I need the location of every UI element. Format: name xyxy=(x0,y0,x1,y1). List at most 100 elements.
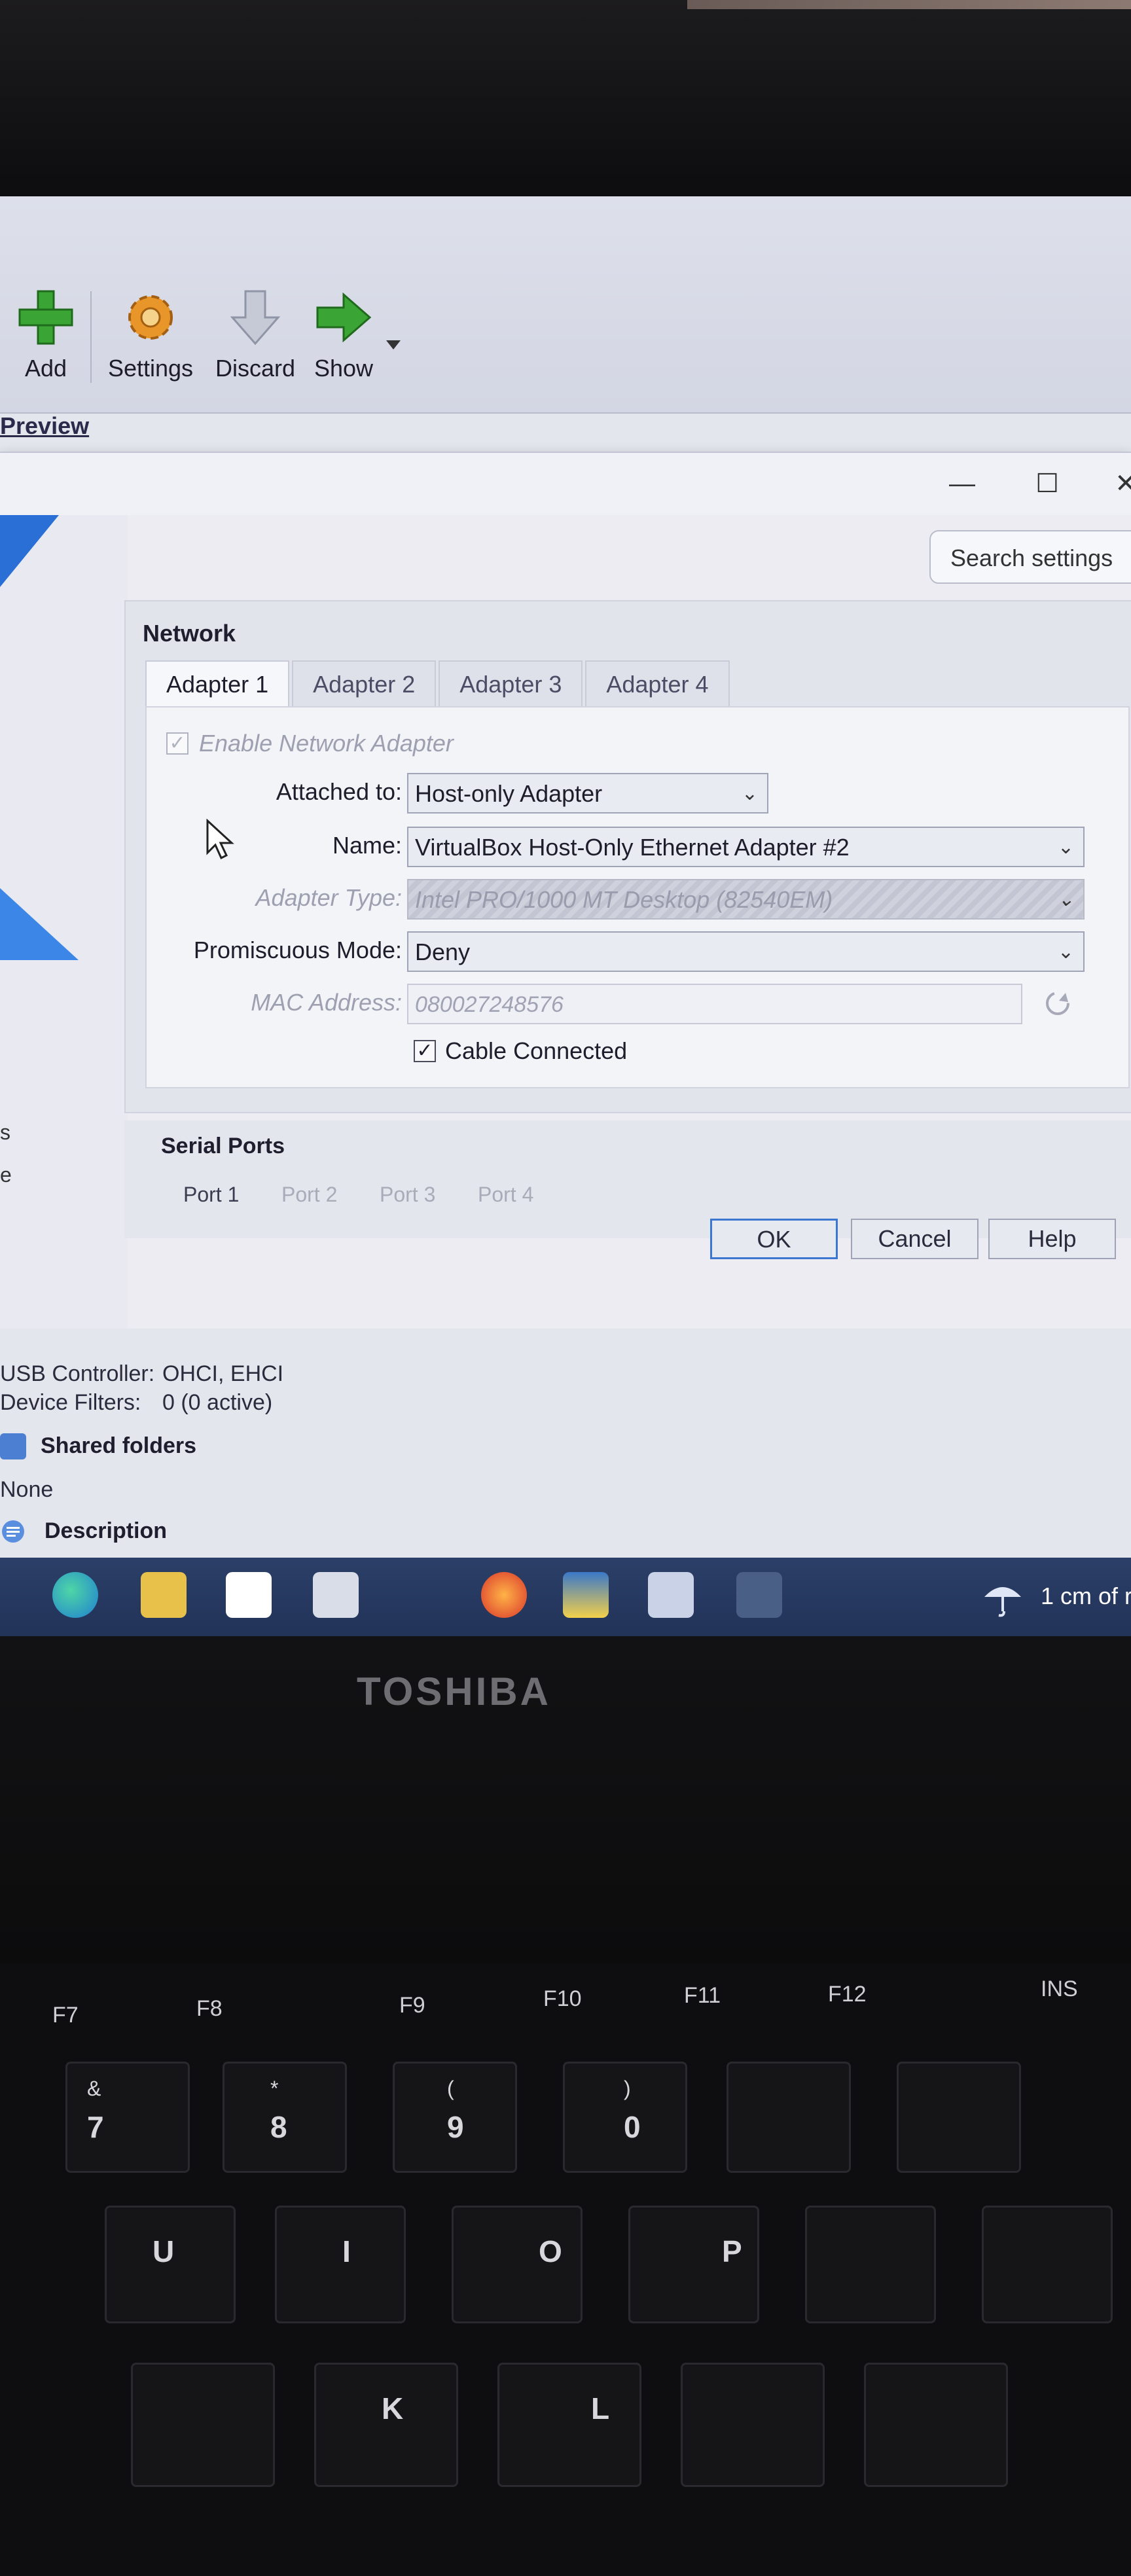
name-value: VirtualBox Host-Only Ethernet Adapter #2 xyxy=(415,834,850,861)
key-bracket-left xyxy=(805,2206,936,2323)
weather-text[interactable]: 1 cm of r xyxy=(1041,1583,1131,1610)
edge-icon[interactable] xyxy=(52,1572,98,1618)
minimize-button[interactable]: — xyxy=(923,453,1001,515)
show-button[interactable]: Show xyxy=(308,288,380,382)
toolbar-separator xyxy=(90,291,92,383)
close-button[interactable]: ✕ xyxy=(1086,453,1131,515)
refresh-mac-icon[interactable] xyxy=(1043,989,1072,1018)
tab-port-2[interactable]: Port 2 xyxy=(281,1183,337,1207)
chevron-down-icon: ⌄ xyxy=(741,783,758,804)
settings-category-list: s e xyxy=(0,515,128,1330)
adapter-type-label: Adapter Type: xyxy=(255,884,402,911)
enable-adapter-checkbox[interactable]: ✓ xyxy=(166,732,188,755)
description-icon xyxy=(2,1520,24,1543)
adapter-1-page: ✓ Enable Network Adapter Attached to: Ho… xyxy=(145,706,1130,1088)
key-f10: F10 xyxy=(543,1986,582,2011)
settings-label: Settings xyxy=(107,355,194,382)
discard-button[interactable]: Discard xyxy=(209,288,301,382)
file-explorer-icon[interactable] xyxy=(141,1572,187,1618)
category-fragment-2[interactable]: e xyxy=(0,1163,12,1187)
promiscuous-mode-select[interactable]: Deny ⌄ xyxy=(407,931,1085,972)
key-l: L xyxy=(497,2363,641,2487)
chevron-down-icon: ⌄ xyxy=(1057,836,1074,858)
key-i-main: I xyxy=(342,2234,351,2268)
tab-port-4[interactable]: Port 4 xyxy=(478,1183,533,1207)
help-button[interactable]: Help xyxy=(988,1219,1116,1259)
category-highlight-top xyxy=(0,515,59,587)
usb-controller-label: USB Controller: xyxy=(0,1361,155,1386)
tab-adapter-1[interactable]: Adapter 1 xyxy=(145,660,290,706)
windows-taskbar: 1 cm of r xyxy=(0,1558,1131,1636)
key-f12: F12 xyxy=(828,1982,867,2007)
firefox-icon[interactable] xyxy=(481,1572,527,1618)
serial-ports-panel: Serial Ports Port 1 Port 2 Port 3 Port 4 xyxy=(124,1120,1131,1238)
key-i: I xyxy=(275,2206,406,2323)
adapter-type-select[interactable]: Intel PRO/1000 MT Desktop (82540EM) ⌄ xyxy=(407,879,1085,920)
tab-adapter-2[interactable]: Adapter 2 xyxy=(292,660,437,706)
tab-adapter-3[interactable]: Adapter 3 xyxy=(439,660,583,706)
key-u: U xyxy=(105,2206,236,2323)
network-panel: Network Adapter 1 Adapter 2 Adapter 3 Ad… xyxy=(124,600,1131,1113)
cable-connected-checkbox[interactable]: ✓ xyxy=(414,1040,436,1062)
show-label: Show xyxy=(314,355,374,382)
tab-port-1[interactable]: Port 1 xyxy=(183,1183,239,1207)
virtualbox-toolbar: Add Settings Discard Show Preview xyxy=(0,196,1131,439)
vm-window-taskbar-icon[interactable] xyxy=(736,1572,782,1618)
ok-button[interactable]: OK xyxy=(710,1219,838,1259)
python-icon[interactable] xyxy=(563,1572,609,1618)
add-label: Add xyxy=(24,355,67,382)
name-select[interactable]: VirtualBox Host-Only Ethernet Adapter #2… xyxy=(407,827,1085,867)
key-7-shift: & xyxy=(87,2077,101,2100)
add-icon xyxy=(18,290,73,345)
description-heading[interactable]: Description xyxy=(45,1518,167,1544)
settings-button[interactable]: Settings xyxy=(105,288,196,382)
key-0-main: 0 xyxy=(624,2110,641,2144)
preview-label[interactable]: Preview xyxy=(0,412,89,440)
key-8-shift: * xyxy=(270,2077,279,2100)
brand-logo: TOSHIBA xyxy=(357,1670,551,1713)
attached-to-select[interactable]: Host-only Adapter ⌄ xyxy=(407,773,768,814)
vm-details-pane: USB Controller: OHCI, EHCI Device Filter… xyxy=(0,1329,1131,1561)
maximize-button[interactable]: ☐ xyxy=(1008,453,1086,515)
key-u-main: U xyxy=(153,2234,175,2268)
category-highlight-network[interactable] xyxy=(0,888,79,960)
key-p-main: P xyxy=(722,2234,742,2268)
key-p: P xyxy=(628,2206,759,2323)
discard-label: Discard xyxy=(215,355,296,382)
shared-folders-icon xyxy=(0,1433,26,1459)
mac-address-field[interactable]: 080027248576 xyxy=(407,984,1022,1024)
key-semicolon xyxy=(681,2363,825,2487)
mail-icon[interactable] xyxy=(313,1572,359,1618)
tab-port-3[interactable]: Port 3 xyxy=(380,1183,435,1207)
network-title: Network xyxy=(143,620,236,647)
serial-ports-title: Serial Ports xyxy=(161,1134,285,1158)
key-o-main: O xyxy=(539,2234,562,2268)
laptop-screen: Add Settings Discard Show Preview — ☐ ✕ … xyxy=(0,196,1131,1636)
tab-adapter-4[interactable]: Adapter 4 xyxy=(585,660,730,706)
key-j xyxy=(131,2363,275,2487)
key-0-shift: ) xyxy=(624,2077,631,2100)
show-arrow-icon xyxy=(316,292,372,343)
show-dropdown-icon[interactable] xyxy=(385,339,402,351)
key-k-main: K xyxy=(382,2391,404,2425)
name-label: Name: xyxy=(332,832,402,859)
device-filters-label: Device Filters: xyxy=(0,1390,141,1415)
key-l-main: L xyxy=(591,2391,610,2425)
umbrella-weather-icon[interactable] xyxy=(982,1577,1024,1619)
discard-arrow-icon xyxy=(230,290,281,346)
shared-folders-heading[interactable]: Shared folders xyxy=(41,1433,196,1459)
attached-to-label: Attached to: xyxy=(276,778,402,805)
key-f9: F9 xyxy=(399,1993,425,2018)
add-button[interactable]: Add xyxy=(10,288,82,382)
virtualbox-taskbar-icon[interactable] xyxy=(648,1572,694,1618)
dialog-titlebar: — ☐ ✕ xyxy=(0,453,1131,515)
category-fragment-1[interactable]: s xyxy=(0,1120,10,1145)
search-settings-input[interactable]: Search settings xyxy=(929,530,1131,584)
adapter-type-value: Intel PRO/1000 MT Desktop (82540EM) xyxy=(415,886,833,913)
key-7: & 7 xyxy=(65,2062,190,2173)
shared-folders-value: None xyxy=(0,1477,54,1502)
photo-root: Add Settings Discard Show Preview — ☐ ✕ … xyxy=(0,0,1131,2576)
cancel-button[interactable]: Cancel xyxy=(851,1219,978,1259)
microsoft-store-icon[interactable] xyxy=(226,1572,272,1618)
enable-adapter-label: Enable Network Adapter xyxy=(199,730,454,757)
